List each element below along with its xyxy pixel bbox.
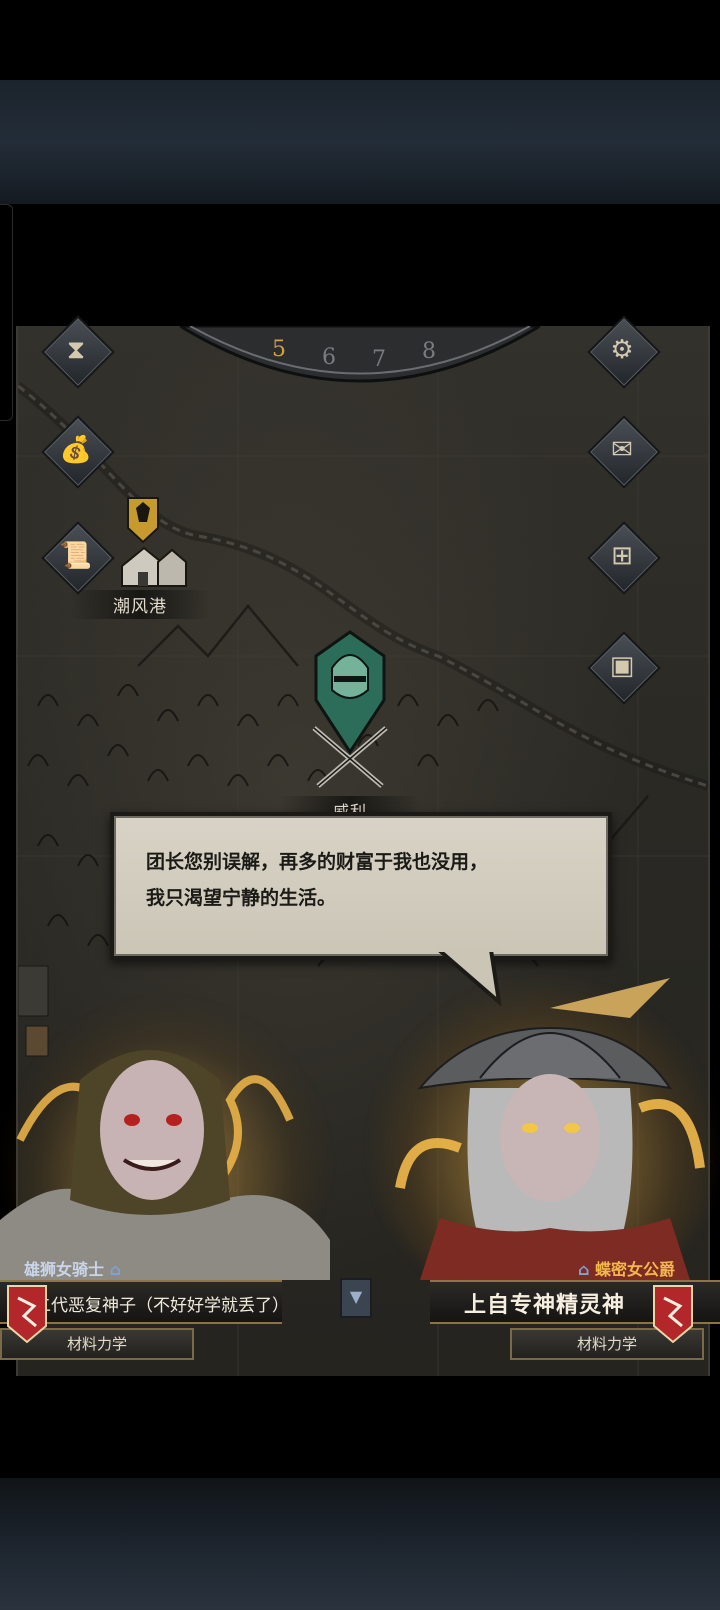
right-character-portrait bbox=[395, 978, 705, 1280]
supplies-icon: ▣ bbox=[609, 651, 635, 681]
enemy-marker[interactable] bbox=[306, 628, 398, 798]
hourglass-button[interactable]: ⧗ bbox=[41, 315, 115, 389]
settings-button[interactable]: ⚙ bbox=[587, 315, 661, 389]
left-crest-icon bbox=[7, 1285, 47, 1344]
money-bag-icon: 💰 bbox=[59, 435, 93, 465]
town-marker[interactable] bbox=[118, 494, 190, 590]
supplies-button[interactable]: ▣ bbox=[587, 631, 661, 705]
dial-number: 5 bbox=[272, 337, 286, 362]
edge-handle bbox=[0, 204, 13, 421]
gear-icon: ⚙ bbox=[610, 335, 634, 365]
dial-number: 8 bbox=[422, 339, 436, 364]
dial-number: 6 bbox=[322, 345, 336, 370]
right-character-major: 材料力学 bbox=[576, 1335, 637, 1353]
dialog-line: 团长您别误解，再多的财富于我也没用， bbox=[146, 851, 489, 873]
rank-chevron-icon: ⌂ bbox=[578, 1260, 590, 1279]
right-character-rank: ⌂ 蝶密女公爵 bbox=[578, 1256, 675, 1280]
chevron-down-icon: ▼ bbox=[349, 1287, 363, 1306]
expand-button[interactable]: ▼ bbox=[340, 1278, 372, 1318]
top-letterbox-bar bbox=[0, 80, 720, 204]
turn-dial: 5 6 7 8 bbox=[180, 326, 540, 383]
left-character-name: 二代恶复神子（不好好学就丢了） bbox=[34, 1296, 289, 1316]
right-crest-icon bbox=[653, 1285, 693, 1344]
rank-label: 雄狮女骑士 bbox=[24, 1260, 105, 1279]
board-button[interactable]: ⊞ bbox=[587, 521, 661, 595]
dial-number: 7 bbox=[372, 347, 386, 372]
mail-icon: ✉ bbox=[611, 435, 633, 465]
dialog-line: 我只渴望宁静的生活。 bbox=[146, 887, 337, 909]
money-bag-button[interactable]: 💰 bbox=[41, 415, 115, 489]
left-character-major: 材料力学 bbox=[66, 1335, 127, 1353]
left-character-rank: 雄狮女骑士 ⌂ bbox=[24, 1256, 121, 1280]
rank-chevron-icon: ⌂ bbox=[109, 1260, 122, 1279]
bottom-letterbox-bar bbox=[0, 1478, 720, 1610]
right-character-name: 上自专神精灵神 bbox=[464, 1293, 626, 1318]
rank-label: 蝶密女公爵 bbox=[595, 1260, 676, 1279]
hourglass-icon: ⧗ bbox=[66, 334, 86, 365]
dialog-box[interactable]: 团长您别误解，再多的财富于我也没用， 我只渴望宁静的生活。 bbox=[110, 812, 612, 960]
scroll-icon: 📜 bbox=[59, 541, 93, 571]
scroll-button[interactable]: 📜 bbox=[41, 521, 115, 595]
board-icon: ⊞ bbox=[611, 541, 633, 571]
location-label: 潮风港 bbox=[70, 590, 210, 619]
left-character-portrait bbox=[0, 1050, 330, 1280]
mail-button[interactable]: ✉ bbox=[587, 415, 661, 489]
dialog-text: 团长您别误解，再多的财富于我也没用， 我只渴望宁静的生活。 bbox=[146, 844, 576, 916]
